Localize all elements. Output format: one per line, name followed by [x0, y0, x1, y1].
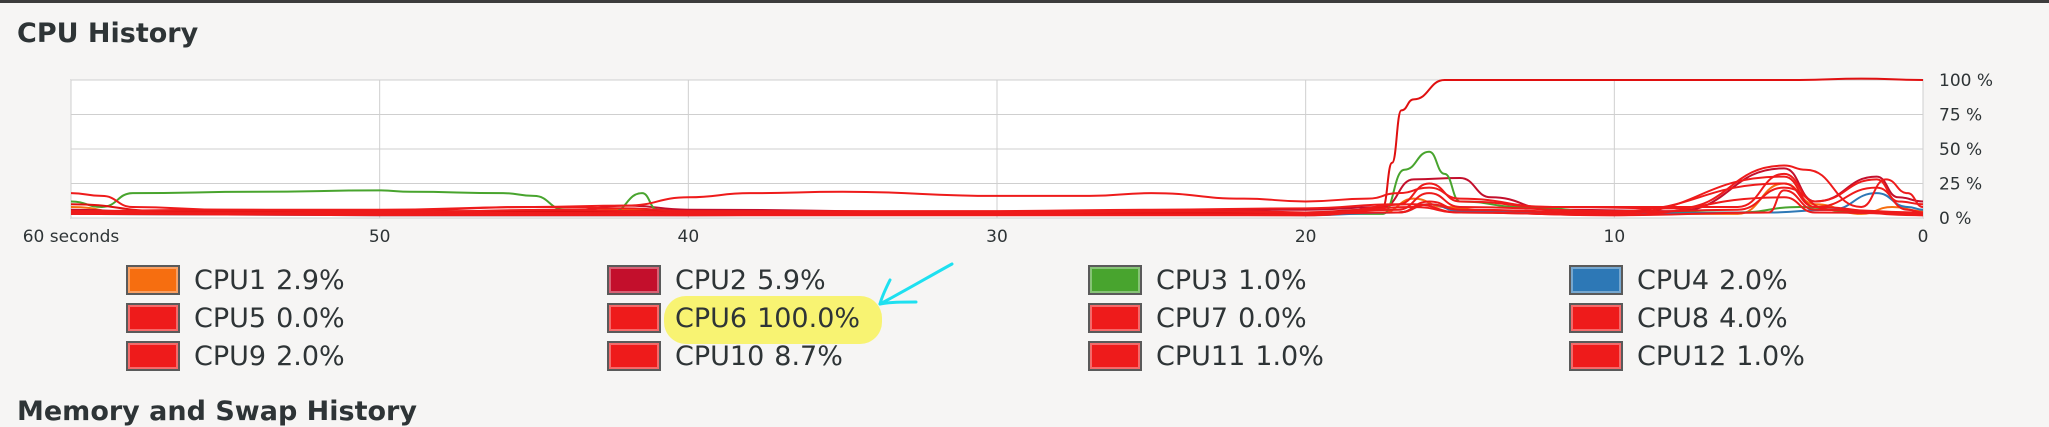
legend-item-cpu4: CPU4 2.0%	[1569, 262, 1788, 298]
legend-cpu-value: 8.7%	[774, 340, 843, 372]
legend-cpu-value: 0.0%	[276, 302, 345, 334]
cpu-legend: CPU1 2.9% CPU2 5.9% CPU3 1.0% CPU4 2.0% CPU5 0.0%…	[0, 262, 2049, 382]
legend-item-cpu3: CPU3 1.0%	[1088, 262, 1307, 298]
graph-grid	[70, 79, 1924, 219]
window-top-border	[0, 0, 2049, 3]
section-title-cpu-history: CPU History	[17, 18, 199, 49]
legend-cpu-value: 5.9%	[757, 264, 826, 296]
color-swatch-button[interactable]	[1088, 265, 1142, 295]
x-tick-label: 40	[678, 227, 700, 247]
y-tick-label: 25 %	[1939, 175, 1982, 195]
color-swatch-button[interactable]	[607, 341, 661, 371]
x-tick-label: 20	[1295, 227, 1317, 247]
legend-cpu-label: CPU2	[675, 264, 748, 296]
legend-cpu-label: CPU11	[1156, 340, 1246, 372]
legend-cpu-value: 100.0%	[757, 302, 861, 334]
legend-cpu-label: CPU3	[1156, 264, 1229, 296]
legend-cpu-value: 1.0%	[1736, 340, 1805, 372]
cpu-history-graph: 60 seconds 50 40 30 20 10 0 100 % 75 % 50 % 25 % 0 …	[23, 71, 1993, 247]
y-tick-label: 75 %	[1939, 106, 1982, 126]
legend-cpu-label: CPU7	[1156, 302, 1229, 334]
color-swatch-button[interactable]	[126, 303, 180, 333]
legend-cpu-label: CPU9	[194, 340, 267, 372]
legend-cpu-label: CPU5	[194, 302, 267, 334]
annotation-arrow-icon	[878, 262, 954, 306]
legend-item-cpu10: CPU10 8.7%	[607, 338, 843, 374]
x-tick-label: 0	[1918, 227, 1929, 247]
legend-cpu-value: 4.0%	[1719, 302, 1788, 334]
legend-cpu-value: 2.0%	[1719, 264, 1788, 296]
y-tick-label: 100 %	[1939, 71, 1993, 91]
legend-cpu-label: CPU10	[675, 340, 765, 372]
legend-item-cpu6: CPU6 100.0%	[607, 300, 860, 336]
color-swatch-button[interactable]	[607, 303, 661, 333]
legend-item-cpu11: CPU11 1.0%	[1088, 338, 1324, 374]
legend-cpu-label: CPU12	[1637, 340, 1727, 372]
legend-cpu-value: 2.0%	[276, 340, 345, 372]
color-swatch-button[interactable]	[1088, 341, 1142, 371]
legend-cpu-label: CPU4	[1637, 264, 1710, 296]
legend-item-cpu7: CPU7 0.0%	[1088, 300, 1307, 336]
legend-item-cpu5: CPU5 0.0%	[126, 300, 345, 336]
color-swatch-button[interactable]	[607, 265, 661, 295]
legend-item-cpu1: CPU1 2.9%	[126, 262, 345, 298]
x-tick-label: 10	[1604, 227, 1626, 247]
legend-cpu-label: CPU1	[194, 264, 267, 296]
y-tick-label: 0 %	[1939, 209, 1971, 229]
legend-item-cpu8: CPU8 4.0%	[1569, 300, 1788, 336]
legend-cpu-value: 2.9%	[276, 264, 345, 296]
legend-cpu-value: 0.0%	[1238, 302, 1307, 334]
x-tick-label: 30	[986, 227, 1008, 247]
legend-cpu-value: 1.0%	[1238, 264, 1307, 296]
legend-item-cpu12: CPU12 1.0%	[1569, 338, 1805, 374]
legend-cpu-label: CPU8	[1637, 302, 1710, 334]
section-title-memory-swap: Memory and Swap History	[17, 396, 417, 427]
color-swatch-button[interactable]	[126, 341, 180, 371]
y-tick-label: 50 %	[1939, 140, 1982, 160]
x-tick-label: 50	[369, 227, 391, 247]
color-swatch-button[interactable]	[1569, 265, 1623, 295]
color-swatch-button[interactable]	[1569, 341, 1623, 371]
x-tick-label: 60 seconds	[23, 227, 120, 247]
legend-item-cpu2: CPU2 5.9%	[607, 262, 826, 298]
color-swatch-button[interactable]	[1088, 303, 1142, 333]
legend-cpu-value: 1.0%	[1255, 340, 1324, 372]
color-swatch-button[interactable]	[1569, 303, 1623, 333]
legend-cpu-label: CPU6	[675, 302, 748, 334]
color-swatch-button[interactable]	[126, 265, 180, 295]
legend-item-cpu9: CPU9 2.0%	[126, 338, 345, 374]
